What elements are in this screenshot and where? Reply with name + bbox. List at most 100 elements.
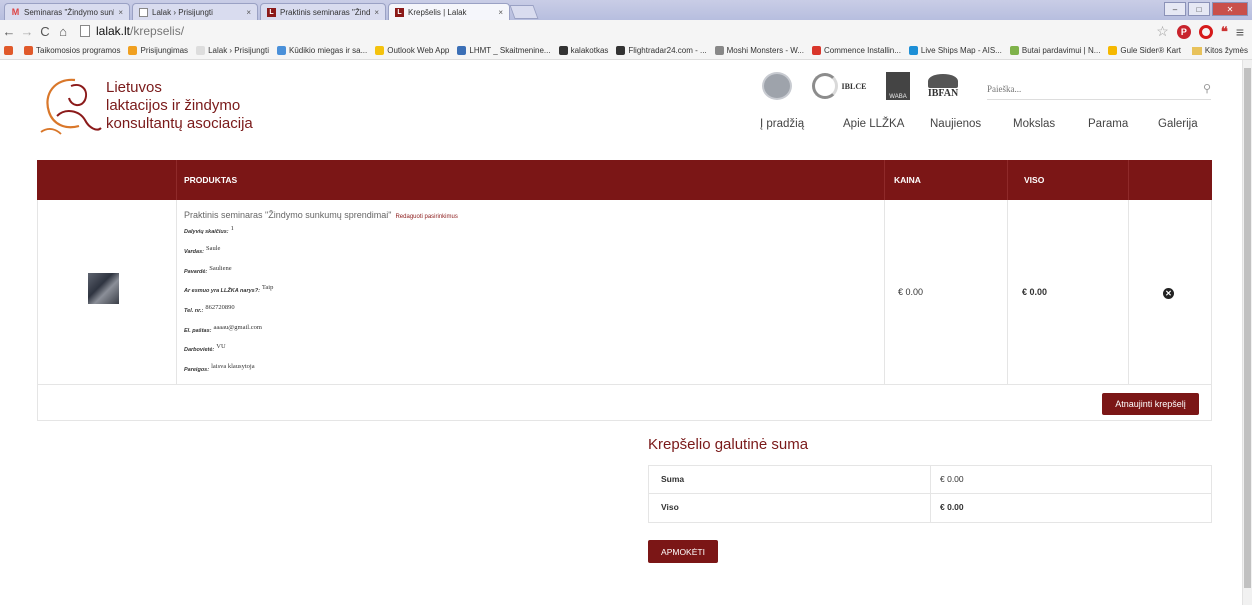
nav-home[interactable]: Į pradžią [760, 118, 804, 130]
bookmark-item[interactable]: Lalak › Prisijungti [196, 46, 269, 55]
table-divider [176, 200, 177, 385]
menu-icon[interactable]: ≡ [1236, 24, 1244, 40]
cart-totals-title: Krepšelio galutinė suma [648, 436, 809, 453]
logo-text: Lietuvos laktacijos ir žindymo konsultan… [106, 79, 253, 132]
search-icon[interactable]: ⚲ [1203, 82, 1211, 95]
back-icon[interactable]: ← [0, 24, 18, 39]
new-tab-button[interactable] [509, 5, 539, 19]
bookmark-item[interactable]: LHMT _ Skaitmenine... [457, 46, 551, 55]
bookmark-item[interactable]: Prisijungimas [128, 46, 188, 55]
partner-logos: IBLCE WABA IBFAN [762, 72, 964, 100]
lalak-icon: L [267, 7, 276, 17]
nav-news[interactable]: Naujienos [930, 118, 981, 130]
product-link[interactable]: Praktinis seminaras "Žindymo sunkumų spr… [184, 210, 391, 220]
site-search: ⚲ [987, 78, 1211, 100]
bookmark-icon [616, 46, 626, 55]
meta-row: Pareigos: laisva klausytoja [184, 363, 255, 373]
close-tab-icon[interactable]: × [498, 8, 503, 17]
bookmark-icon [812, 46, 821, 55]
browser-tab-bar: M Seminaras "Žindymo sunku × Lalak › Pri… [0, 0, 1252, 20]
nav-about[interactable]: Apie LLŽKA [843, 118, 904, 130]
pinterest-icon[interactable]: P [1176, 24, 1191, 39]
iblce-logo[interactable]: IBLCE [804, 72, 874, 100]
close-tab-icon[interactable]: × [246, 8, 251, 17]
meta-row: Pavardė: Sauliene [184, 265, 232, 275]
table-divider [1007, 200, 1008, 385]
cart-totals-table: Suma € 0.00 Viso € 0.00 [648, 465, 1212, 523]
item-total: € 0.00 [1022, 287, 1048, 297]
bookmark-item[interactable]: Commence Installin... [812, 46, 901, 55]
close-tab-icon[interactable]: × [374, 8, 379, 17]
close-tab-icon[interactable]: × [118, 8, 123, 17]
search-input[interactable] [987, 83, 1203, 94]
other-bookmarks[interactable]: Kitos žymės [1191, 46, 1248, 55]
table-divider [1128, 200, 1129, 385]
reload-icon[interactable]: C [36, 24, 54, 39]
nav-gallery[interactable]: Galerija [1158, 118, 1198, 130]
quote-icon[interactable]: ❝ [1221, 24, 1228, 40]
col-product: PRODUKTAS [184, 175, 238, 185]
bookmark-item[interactable]: Butai pardavimui | N... [1009, 46, 1100, 55]
table-border [37, 200, 38, 421]
meta-row: Ar esmuo yra LLŽKA narys?: Taip [184, 284, 274, 294]
scrollbar-thumb[interactable] [1244, 68, 1251, 588]
meta-row: Vardas: Saule [184, 245, 221, 255]
meta-row: Dalyvių skaičius: 1 [184, 225, 234, 235]
table-divider [930, 466, 931, 522]
waba-logo[interactable]: WABA [886, 72, 910, 100]
bookmark-item[interactable]: Moshi Monsters - W... [714, 46, 804, 55]
bookmark-icon [375, 46, 385, 55]
page-info-icon[interactable] [80, 25, 90, 37]
nav-support[interactable]: Parama [1088, 118, 1128, 130]
window-controls: – □ ✕ [1164, 2, 1248, 16]
logo-mother-child-icon [40, 78, 102, 135]
col-total: VISO [1024, 175, 1045, 185]
lalak-icon: L [395, 7, 404, 17]
meta-row: Darbovietė: VU [184, 343, 226, 353]
bookmark-icon [128, 46, 138, 55]
bookmark-item[interactable]: Gule Sider® Kart [1108, 46, 1181, 55]
browser-tab[interactable]: M Seminaras "Žindymo sunku × [4, 3, 130, 20]
ibfan-logo[interactable]: IBFAN [922, 72, 964, 100]
bookmark-item[interactable]: kalakotkas [558, 46, 608, 55]
site-logo[interactable]: Lietuvos laktacijos ir žindymo konsultan… [35, 72, 265, 142]
bookmarks-bar: Taikomosios programos Prisijungimas Lalak … [0, 42, 1252, 60]
checkout-button[interactable]: APMOKĖTI [648, 540, 718, 563]
col-price: KAINA [894, 175, 921, 185]
bookmark-item[interactable]: Live Ships Map - AIS... [908, 46, 1002, 55]
bookmark-item[interactable]: Flightradar24.com - ... [616, 46, 707, 55]
update-cart-button[interactable]: Atnaujinti krepšelį [1102, 393, 1199, 415]
main-navigation: Į pradžią Apie LLŽKA Naujienos Mokslas P… [760, 118, 1220, 134]
nav-science[interactable]: Mokslas [1013, 118, 1055, 130]
url-path: /krepselis/ [130, 24, 185, 38]
browser-tab[interactable]: L Praktinis seminaras "Žind × [260, 3, 386, 20]
browser-tab[interactable]: Lalak › Prisijungti × [132, 3, 258, 20]
bookmark-item[interactable]: Kūdikio miegas ir sa... [276, 46, 367, 55]
who-logo-icon[interactable] [762, 72, 792, 100]
iblce-ring-icon [811, 73, 838, 99]
gmail-icon: M [11, 7, 20, 17]
forward-icon[interactable]: → [18, 24, 36, 39]
remove-item-icon[interactable]: ✕ [1163, 288, 1174, 299]
browser-toolbar: ← → C ⌂ lalak.lt/krepselis/ ☆ P ❝ ≡ [0, 20, 1252, 42]
browser-tab-active[interactable]: L Krepšelis | Lalak × [388, 3, 510, 20]
product-thumbnail[interactable] [88, 273, 119, 304]
table-divider [884, 200, 885, 385]
address-bar[interactable]: lalak.lt/krepselis/ [80, 22, 184, 40]
table-divider [37, 384, 1212, 385]
bookmark-icon [276, 46, 286, 55]
home-icon[interactable]: ⌂ [54, 24, 72, 39]
table-border [1211, 200, 1212, 421]
edit-selection-link[interactable]: Redaguoti pasirinkimus [395, 214, 457, 220]
maximize-icon[interactable]: □ [1188, 2, 1210, 16]
page-scrollbar[interactable] [1242, 60, 1252, 605]
apps-icon[interactable] [4, 46, 16, 55]
close-window-icon[interactable]: ✕ [1212, 2, 1248, 16]
page-icon [139, 7, 148, 17]
bookmark-item[interactable]: Taikomosios programos [24, 46, 120, 55]
star-icon[interactable]: ☆ [1156, 23, 1169, 40]
minimize-icon[interactable]: – [1164, 2, 1186, 16]
bookmark-item[interactable]: Outlook Web App [375, 46, 449, 55]
opera-icon[interactable] [1198, 24, 1213, 39]
bookmark-icon [24, 46, 33, 55]
